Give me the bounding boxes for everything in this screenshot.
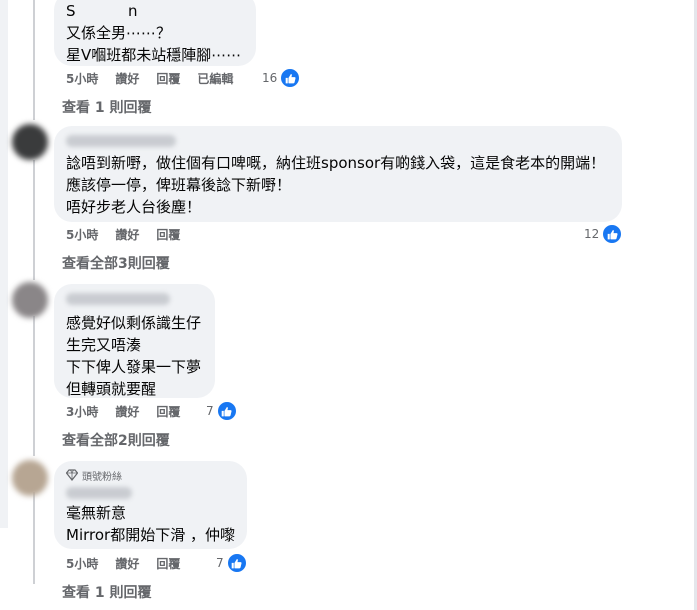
view-replies-link[interactable]: 查看全部2則回覆	[62, 430, 170, 450]
thumbs-up-icon	[279, 67, 302, 89]
comment-text-line: 毫無新意	[66, 504, 127, 522]
comment-text-line: 感覺好似剩係識生仔	[66, 314, 202, 332]
timestamp[interactable]: 5小時	[66, 226, 98, 243]
reaction-count[interactable]: 12	[584, 223, 624, 245]
timestamp[interactable]: 3小時	[66, 403, 98, 420]
thread-line	[33, 316, 35, 456]
comment-text-line: 下下俾人發果一下夢	[66, 358, 202, 376]
thread-line	[33, 492, 35, 584]
reaction-number: 12	[584, 227, 600, 241]
timestamp[interactable]: 5小時	[66, 555, 98, 572]
commenter-name[interactable]	[66, 487, 132, 499]
thumbs-up-icon	[225, 552, 248, 574]
avatar[interactable]	[12, 124, 48, 160]
reaction-number: 7	[216, 556, 224, 570]
top-fan-badge[interactable]: 頭號粉絲	[66, 467, 235, 483]
comment-actions: 5小時 讚好 回覆 已編輯	[66, 68, 250, 88]
badge-label: 頭號粉絲	[82, 471, 122, 483]
like-button[interactable]: 讚好	[115, 70, 139, 87]
comment-text-line: 星V嗰班都未站穩陣腳⋯⋯	[66, 46, 242, 64]
comment-text-line: 生完又唔湊	[66, 336, 142, 354]
reaction-number: 7	[206, 404, 214, 418]
diamond-icon	[66, 469, 78, 481]
reaction-number: 16	[262, 71, 278, 85]
edited-label: 已編輯	[197, 71, 234, 86]
thumbs-up-icon	[215, 400, 238, 422]
comment-actions: 5小時 讚好 回覆	[66, 553, 197, 573]
comment-text-line: 唔好步老人台後塵！	[66, 198, 202, 216]
reply-button[interactable]: 回覆	[156, 403, 180, 420]
left-panel-edge	[0, 0, 8, 528]
like-button[interactable]: 讚好	[115, 403, 139, 420]
avatar[interactable]	[12, 282, 48, 318]
comment-bubble: 感覺好似剩係識生仔 生完又唔湊 下下俾人發果一下夢 但轉頭就要醒	[54, 284, 215, 398]
reply-button[interactable]: 回覆	[156, 70, 180, 87]
commenter-name[interactable]	[66, 135, 176, 147]
like-button[interactable]: 讚好	[115, 555, 139, 572]
comment-bubble: 諗唔到新嘢，做住個有口啤嘅，納住班sponsor有啲錢入袋，這是食老本的開端！ …	[54, 126, 622, 222]
like-button[interactable]: 讚好	[115, 226, 139, 243]
commenter-name[interactable]	[66, 293, 170, 305]
commenter-name[interactable]: S n	[66, 0, 244, 22]
reaction-count[interactable]: 7	[206, 400, 238, 422]
thread-line	[33, 0, 35, 120]
comment-text-line: 應該停一停，俾班幕後諗下新嘢！	[66, 176, 292, 194]
view-replies-link[interactable]: 查看 1 則回覆	[62, 582, 152, 602]
comment-text-line: 又係全男⋯⋯？	[66, 24, 172, 42]
comment-text-line: 諗唔到新嘢，做住個有口啤嘅，納住班sponsor有啲錢入袋，這是食老本的開端！	[66, 154, 606, 172]
thumbs-up-icon	[601, 223, 624, 245]
comment-text-line: Mirror都開始下滑 ，仲嚟	[66, 526, 235, 544]
reply-button[interactable]: 回覆	[156, 555, 180, 572]
comment-text-line: 但轉頭就要醒	[66, 380, 157, 398]
timestamp[interactable]: 5小時	[66, 70, 98, 87]
view-replies-link[interactable]: 查看 1 則回覆	[62, 97, 152, 117]
comment-actions: 3小時 讚好 回覆	[66, 401, 197, 421]
comment-actions: 5小時 讚好 回覆	[66, 224, 197, 244]
reply-button[interactable]: 回覆	[156, 226, 180, 243]
comment-bubble: S n 又係全男⋯⋯？ 星V嗰班都未站穩陣腳⋯⋯	[54, 0, 256, 66]
view-replies-link[interactable]: 查看全部3則回覆	[62, 253, 170, 273]
comment-bubble: 頭號粉絲 毫無新意 Mirror都開始下滑 ，仲嚟	[54, 461, 247, 549]
reaction-count[interactable]: 7	[216, 552, 248, 574]
reaction-count[interactable]: 16	[262, 67, 302, 89]
avatar[interactable]	[12, 460, 48, 496]
thread-line	[33, 160, 35, 280]
